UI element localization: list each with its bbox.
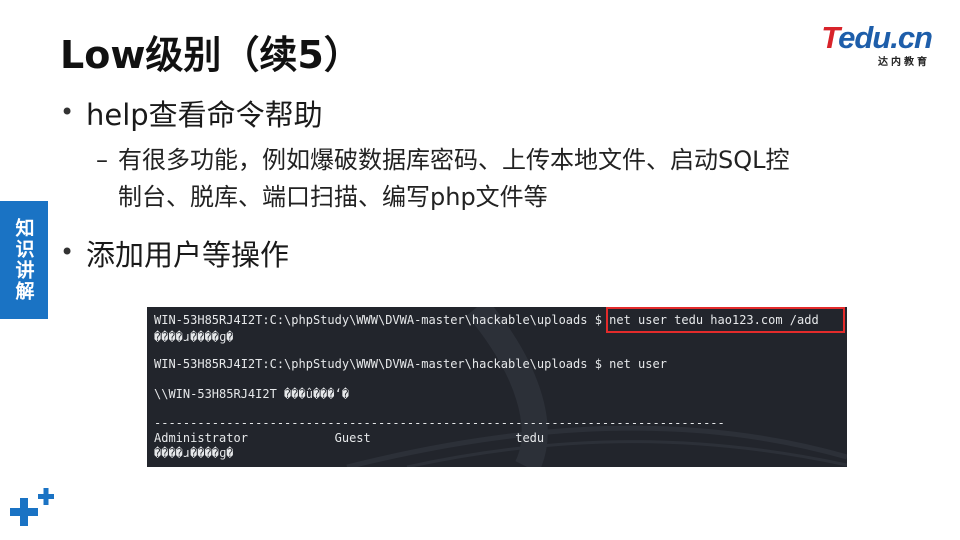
plus-logo-icon xyxy=(10,488,54,526)
logo-t: T xyxy=(821,20,839,55)
sub-bullet-line1: – 有很多功能，例如爆破数据库密码、上传本地文件、启动SQL控 xyxy=(96,142,896,179)
terminal-prompt: WIN-53H85RJ4I2T:C:\phpStudy\WWW\DVWA-mas… xyxy=(154,357,610,371)
terminal-prompt: WIN-53H85RJ4I2T:C:\phpStudy\WWW\DVWA-mas… xyxy=(154,313,610,327)
logo-subtitle: 达内教育 xyxy=(878,57,930,68)
terminal-output-line: ����ɹ����ɡ� xyxy=(154,330,234,344)
bullet-dot-icon: • xyxy=(60,238,75,266)
sub-bullet-text1: 有很多功能，例如爆破数据库密码、上传本地文件、启动SQL控 xyxy=(118,146,790,174)
bullet-add-user: 添加用户等操作 xyxy=(86,238,290,272)
sub-bullet-features: – 有很多功能，例如爆破数据库密码、上传本地文件、启动SQL控 制台、脱库、端口扫… xyxy=(96,142,896,216)
terminal-output-line: ����ɹ����ɡ� xyxy=(154,446,234,460)
terminal-users-list: Administrator Guest tedu xyxy=(154,431,545,445)
dash-icon: – xyxy=(96,146,108,174)
slide-title: Low级别（续5） xyxy=(60,33,362,77)
sub-bullet-line2: 制台、脱库、端口扫描、编写php文件等 xyxy=(118,183,548,211)
side-tab-label: 知识讲解 xyxy=(12,218,35,302)
terminal-command-list: net user xyxy=(609,357,667,371)
side-tab: 知识讲解 xyxy=(0,201,48,319)
command-highlight-box xyxy=(606,307,845,333)
logo-rest: edu.cn xyxy=(838,20,933,55)
terminal-separator: ----------------------------------------… xyxy=(154,416,725,430)
bullet-dot-icon: • xyxy=(60,98,75,126)
terminal-output-host: \\WIN-53H85RJ4I2T ���û���ʻ� xyxy=(154,387,350,401)
bullet-help: help查看命令帮助 xyxy=(86,98,323,132)
tedu-logo: Tedu.cn 达内教育 xyxy=(804,20,936,70)
logo-wordmark: Tedu.cn xyxy=(821,20,933,56)
terminal-line-prompt-list: WIN-53H85RJ4I2T:C:\phpStudy\WWW\DVWA-mas… xyxy=(154,357,667,371)
